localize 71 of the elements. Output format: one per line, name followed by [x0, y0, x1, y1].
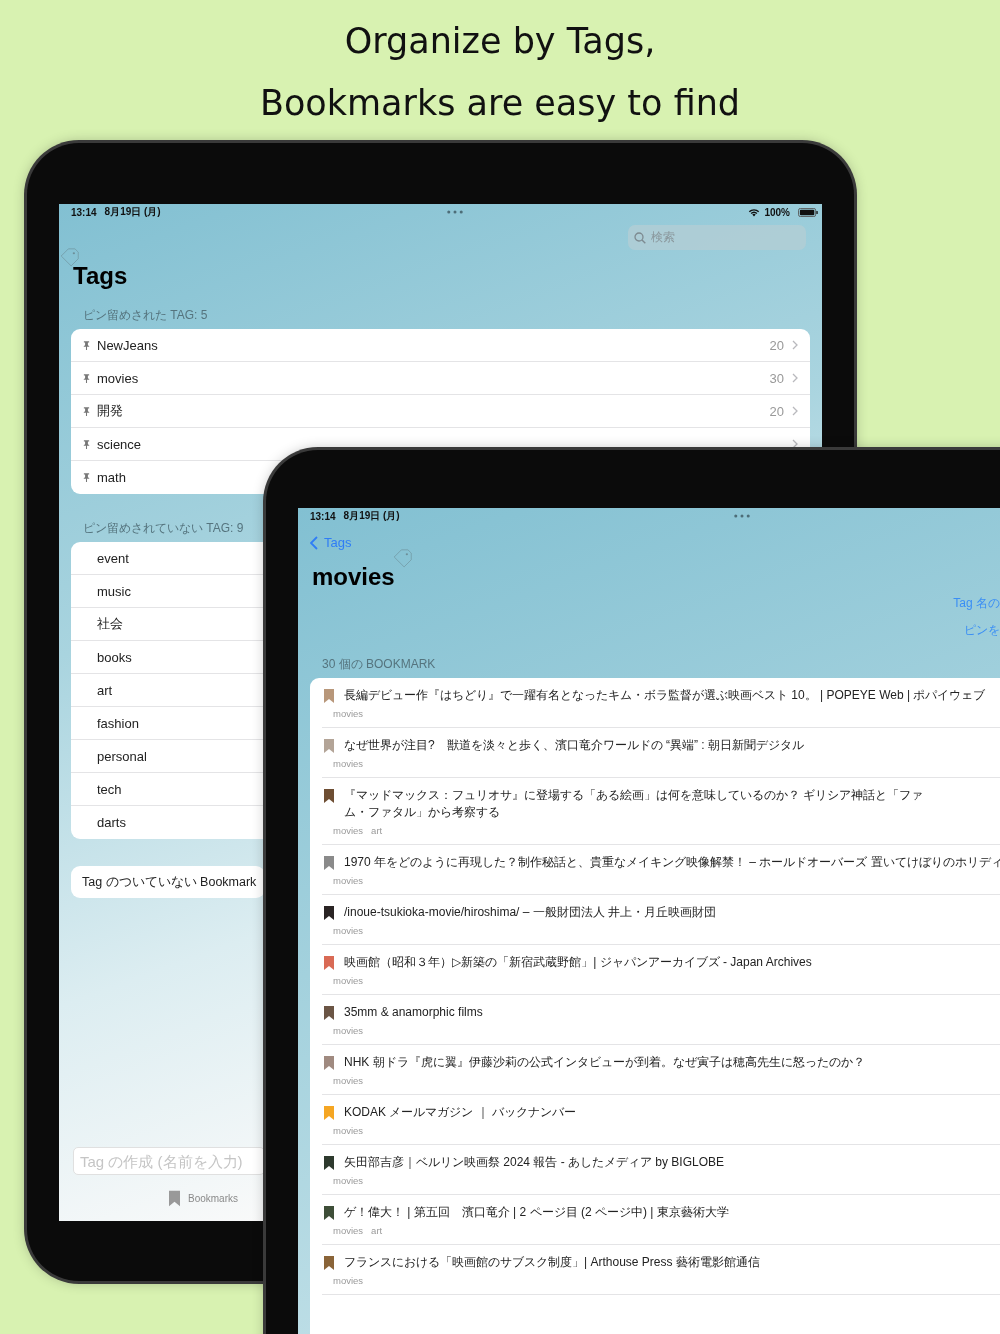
- bookmark-tag: movies: [333, 708, 364, 721]
- status-time: 13:14: [71, 206, 97, 218]
- bookmark-title[interactable]: 『マッドマックス：フュリオサ』に登場する「ある絵画」は何を意味しているのか？ ギリシア神話と「ファム・ファタル」から考察する: [344, 787, 924, 821]
- tag-name[interactable]: fashion: [83, 715, 139, 731]
- tag-name[interactable]: books: [83, 649, 132, 665]
- untagged-bookmarks-link[interactable]: Tag のついていない Bookmark: [71, 866, 265, 898]
- bookmark-tag: movies: [333, 1075, 364, 1088]
- bookmark-tag: movies: [333, 825, 364, 838]
- bookmark-title[interactable]: 矢田部吉彦｜ベルリン映画祭 2024 報告 - あしたメディア by BIGLOBE: [344, 1154, 725, 1171]
- bookmark-title[interactable]: 長編デビュー作『はちどり』で一躍有名となったキム・ボラ監督が選ぶ映画ベスト 10。 | POPEYE Web | ポパイウェブ: [344, 687, 986, 704]
- bookmark-tag: movies: [333, 1275, 364, 1288]
- pin-icon: [83, 439, 90, 449]
- tag-name[interactable]: 社会: [83, 615, 123, 633]
- tag-name[interactable]: 開発: [97, 402, 123, 420]
- tag-name[interactable]: event: [83, 550, 129, 566]
- tag-icon: [392, 546, 414, 568]
- tag-count: 20: [769, 403, 784, 419]
- bookmark-title[interactable]: 映画館（昭和３年）▷新築の「新宿武蔵野館」| ジャパンアーカイブズ - Japan Archives: [344, 954, 812, 971]
- more-icon[interactable]: [446, 210, 463, 214]
- pin-icon: [83, 340, 90, 350]
- bookmark-tag: movies: [333, 975, 364, 988]
- bookmark-icon: [169, 1189, 180, 1207]
- tag-name[interactable]: NewJeans: [97, 337, 158, 353]
- tag-name[interactable]: darts: [83, 815, 126, 830]
- bookmark-tag: movies: [333, 925, 364, 938]
- tag-name[interactable]: personal: [83, 748, 147, 764]
- back-chevron-icon: [310, 535, 318, 550]
- pin-icon: [83, 473, 90, 482]
- pin-icon: [83, 373, 90, 383]
- new-tag-field[interactable]: Tag の作成 (名前を入力): [73, 1147, 265, 1175]
- bookmark-tag: movies: [333, 1225, 364, 1238]
- bookmark-title[interactable]: なぜ世界が注目? 獣道を淡々と歩く、濱口竜介ワールドの “異端” : 朝日新聞デジタル: [344, 737, 804, 754]
- page-title: Tags: [73, 262, 128, 290]
- bookmark-title[interactable]: KODAK メールマガジン ｜ バックナンバー: [344, 1104, 576, 1121]
- battery-percent: 100%: [764, 206, 790, 218]
- status-date: 8月19日 (月): [343, 509, 400, 523]
- tag-name[interactable]: tech: [83, 781, 122, 797]
- bookmark-tag: movies: [333, 875, 364, 888]
- battery-icon: [798, 207, 818, 217]
- tag-count: 20: [769, 337, 784, 353]
- bookmark-title[interactable]: ゲ！偉大！ | 第五回 濱口竜介 | 2 ページ目 (2 ページ中) | 東京藝術大学: [344, 1204, 729, 1221]
- pin-icon: [83, 406, 90, 416]
- tag-name[interactable]: math: [97, 470, 126, 485]
- tag-name[interactable]: science: [97, 436, 142, 452]
- bookmark-tag: movies: [333, 1175, 364, 1188]
- tag-name[interactable]: music: [83, 583, 131, 599]
- bookmark-title[interactable]: NHK 朝ドラ『虎に翼』伊藤沙莉の公式インタビューが到着。なぜ寅子は穂高先生に怒ったのか？: [344, 1054, 865, 1071]
- status-time: 13:14: [310, 510, 336, 522]
- bookmark-tag: movies: [333, 1125, 364, 1138]
- more-icon[interactable]: [733, 514, 750, 518]
- search-icon: [634, 231, 646, 244]
- tag-name[interactable]: movies: [97, 370, 139, 386]
- bookmark-tag: art: [371, 825, 383, 838]
- tag-name[interactable]: art: [83, 682, 113, 698]
- tag-count: 30: [769, 370, 784, 386]
- bookmark-tag: art: [371, 1225, 383, 1238]
- page-title: movies: [312, 563, 395, 591]
- bookmark-title[interactable]: フランスにおける「映画館のサブスク制度」| Arthouse Press 藝術電影館通信: [344, 1254, 760, 1271]
- bookmark-title[interactable]: /inoue-tsukioka-movie/hiroshima/ – 一般財団法人 井上・月丘映画財団: [344, 904, 717, 921]
- headline: Bookmarks are easy to find: [259, 82, 741, 124]
- bookmark-tag: movies: [333, 758, 364, 771]
- bookmark-title[interactable]: 35mm & anamorphic films: [344, 1004, 483, 1021]
- headline: Organize by Tags,: [344, 20, 656, 62]
- status-date: 8月19日 (月): [104, 205, 161, 219]
- bookmark-tag: movies: [333, 1025, 364, 1038]
- bookmark-title[interactable]: 1970 年をどのように再現した？制作秘話と、貴重なメイキング映像解禁！ – ホールドオーバーズ 置いてけぼりのホリディ: [344, 854, 1000, 871]
- section-header: ピン留めされた TAG: 5: [82, 307, 208, 324]
- wifi-icon: [748, 207, 761, 217]
- section-header: ピン留めされていない TAG: 9: [82, 520, 244, 537]
- section-header: 30 個の BOOKMARK: [321, 656, 436, 673]
- tag-icon: [59, 245, 81, 267]
